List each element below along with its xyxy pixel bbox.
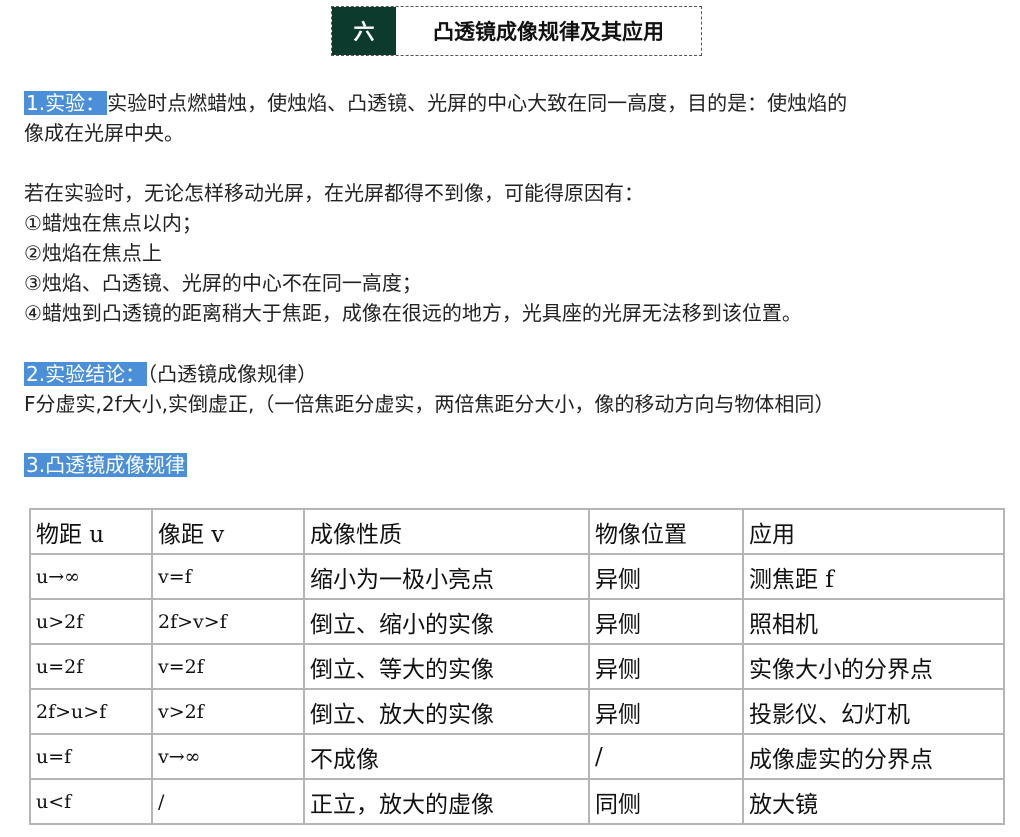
section-header: 六 凸透镜成像规律及其应用 <box>331 6 702 56</box>
conclusion-paragraph: 2.实验结论： （凸透镜成像规律） <box>24 360 317 388</box>
table-row: u→∞ v=f 缩小为一极小亮点 异侧 测焦距 f <box>29 553 1005 600</box>
object-distance-cell: u=f <box>29 733 153 780</box>
rules-label: 3.凸透镜成像规律 <box>24 453 188 477</box>
object-distance-cell: u→∞ <box>29 553 153 600</box>
reason-item: ①蜡烛在焦点以内； <box>24 211 202 235</box>
position-cell: 异侧 <box>588 688 744 735</box>
image-distance-cell: v=2f <box>151 643 305 690</box>
image-nature-cell: 倒立、等大的实像 <box>303 643 590 690</box>
table-header-cell: 物距 u <box>29 508 153 555</box>
table-row: 2f>u>f v>2f 倒立、放大的实像 异侧 投影仪、幻灯机 <box>29 688 1005 735</box>
table-header-cell: 像距 v <box>151 508 305 555</box>
image-nature-cell: 倒立、缩小的实像 <box>303 598 590 645</box>
experiment-label: 1.实验： <box>24 91 108 115</box>
image-distance-cell: v→∞ <box>151 733 305 780</box>
image-nature-cell: 缩小为一极小亮点 <box>303 553 590 600</box>
conclusion-note: （凸透镜成像规律） <box>147 362 318 386</box>
position-cell: 异侧 <box>588 553 744 600</box>
table-header-cell: 成像性质 <box>303 508 590 555</box>
position-cell: 异侧 <box>588 598 744 645</box>
image-nature-cell: 正立，放大的虚像 <box>303 778 590 825</box>
image-distance-cell: 2f>v>f <box>151 598 305 645</box>
experiment-text: 实验时点燃蜡烛，使烛焰、凸透镜、光屏的中心大致在同一高度，目的是：使烛焰的 <box>107 91 848 115</box>
position-cell: / <box>588 733 744 780</box>
application-cell: 实像大小的分界点 <box>742 643 1005 690</box>
table-header-cell: 应用 <box>742 508 1005 555</box>
imaging-rules-table: 物距 u 像距 v 成像性质 物像位置 应用 u→∞ v=f 缩小为一极小亮点 … <box>29 508 1005 825</box>
reason-item: ④蜡烛到凸透镜的距离稍大于焦距，成像在很远的地方，光具座的光屏无法移到该位置。 <box>24 301 802 325</box>
table-header-row: 物距 u 像距 v 成像性质 物像位置 应用 <box>29 508 1005 555</box>
rules-heading: 3.凸透镜成像规律 <box>24 451 188 479</box>
table-row: u=2f v=2f 倒立、等大的实像 异侧 实像大小的分界点 <box>29 643 1005 690</box>
image-nature-cell: 不成像 <box>303 733 590 780</box>
conclusion-label: 2.实验结论： <box>24 362 148 386</box>
application-cell: 投影仪、幻灯机 <box>742 688 1005 735</box>
position-cell: 同侧 <box>588 778 744 825</box>
application-cell: 照相机 <box>742 598 1005 645</box>
table-row: u<f / 正立，放大的虚像 同侧 放大镜 <box>29 778 1005 825</box>
image-distance-cell: v>2f <box>151 688 305 735</box>
table-row: u>2f 2f>v>f 倒立、缩小的实像 异侧 照相机 <box>29 598 1005 645</box>
table-row: u=f v→∞ 不成像 / 成像虚实的分界点 <box>29 733 1005 780</box>
object-distance-cell: u=2f <box>29 643 153 690</box>
reason-intro: 若在实验时，无论怎样移动光屏，在光屏都得不到像，可能得原因有： <box>24 181 644 205</box>
application-cell: 成像虚实的分界点 <box>742 733 1005 780</box>
table-header-cell: 物像位置 <box>588 508 744 555</box>
position-cell: 异侧 <box>588 643 744 690</box>
experiment-paragraph: 1.实验： 实验时点燃蜡烛，使烛焰、凸透镜、光屏的中心大致在同一高度，目的是：使烛… <box>24 89 847 117</box>
conclusion-text: F分虚实,2f大小,实倒虚正,（一倍焦距分虚实，两倍焦距分大小，像的移动方向与物… <box>24 392 835 416</box>
image-distance-cell: v=f <box>151 553 305 600</box>
object-distance-cell: u<f <box>29 778 153 825</box>
section-title: 凸透镜成像规律及其应用 <box>433 20 664 44</box>
object-distance-cell: 2f>u>f <box>29 688 153 735</box>
application-cell: 放大镜 <box>742 778 1005 825</box>
reason-item: ②烛焰在焦点上 <box>24 241 162 265</box>
reason-item: ③烛焰、凸透镜、光屏的中心不在同一高度； <box>24 271 422 295</box>
application-cell: 测焦距 f <box>742 553 1005 600</box>
section-number: 六 <box>332 7 396 55</box>
object-distance-cell: u>2f <box>29 598 153 645</box>
experiment-text-cont: 像成在光屏中央。 <box>24 121 184 145</box>
image-distance-cell: / <box>151 778 305 825</box>
image-nature-cell: 倒立、放大的实像 <box>303 688 590 735</box>
